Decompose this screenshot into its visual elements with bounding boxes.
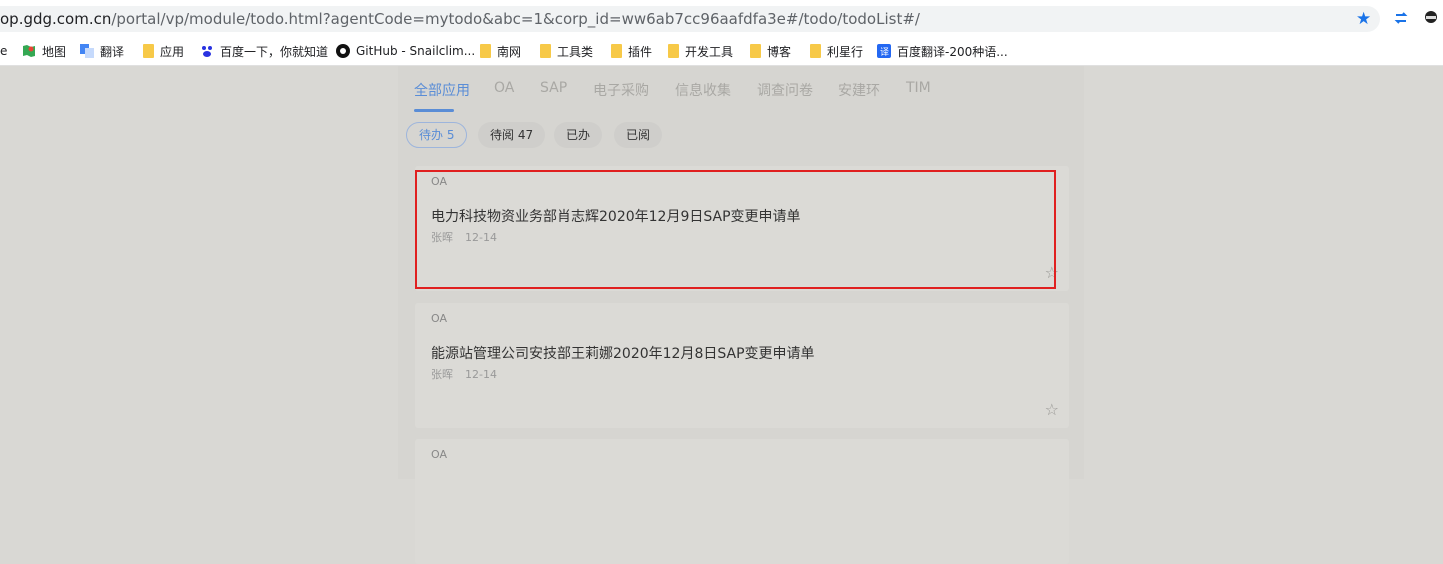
bookmark-folder-apps[interactable]: 应用 xyxy=(143,42,184,60)
folder-icon xyxy=(750,44,761,58)
bookmark-folder-plugins[interactable]: 插件 xyxy=(611,42,652,60)
bookmark-label: 百度翻译-200种语... xyxy=(897,44,1008,59)
bookmark-baidu-translate[interactable]: 译 百度翻译-200种语... xyxy=(877,42,1008,60)
todo-card[interactable]: OA 电力科技物资业务部肖志辉2020年12月9日SAP变更申请单 张晖 12-1… xyxy=(415,166,1069,291)
bookmark-label: 插件 xyxy=(628,44,653,59)
bookmark-label: 应用 xyxy=(160,44,185,59)
svg-text:译: 译 xyxy=(880,47,889,58)
bookmark-folder-tools[interactable]: 工具类 xyxy=(540,42,593,60)
url-path: /portal/vp/module/todo.html?agentCode=my… xyxy=(111,10,920,28)
bookmark-folder-nanwang[interactable]: 南网 xyxy=(480,42,521,60)
bookmark-folder-blog[interactable]: 博客 xyxy=(750,42,791,60)
tab-all-apps[interactable]: 全部应用 xyxy=(414,80,470,100)
card-category: OA xyxy=(431,448,447,461)
tab-safety[interactable]: 安建环 xyxy=(838,80,880,100)
bookmark-translate[interactable]: 翻译 xyxy=(80,42,124,60)
filter-to-read[interactable]: 待阅 47 xyxy=(478,122,546,148)
bookmark-label: 利星行 xyxy=(827,44,864,59)
tab-e-procurement[interactable]: 电子采购 xyxy=(593,80,649,100)
card-category: OA xyxy=(431,312,447,325)
bookmark-baidu[interactable]: 百度一下，你就知道 xyxy=(200,42,328,60)
url-field[interactable]: op.gdg.com.cn/portal/vp/module/todo.html… xyxy=(0,6,1380,32)
baidu-icon xyxy=(202,46,212,57)
bookmark-github[interactable]: GitHub - Snailclim... xyxy=(336,42,475,60)
folder-icon xyxy=(480,44,491,58)
card-meta: 张晖 12-14 xyxy=(431,229,497,245)
todo-panel: 全部应用 OA SAP 电子采购 信息收集 调查问卷 安建环 TIM 待办 5 … xyxy=(398,66,1084,564)
status-filters: 待办 5 待阅 47 已办 已阅 xyxy=(398,122,1084,150)
card-author: 张晖 xyxy=(431,231,453,244)
translate-icon xyxy=(80,44,94,58)
bookmark-label: GitHub - Snailclim... xyxy=(356,44,476,58)
baidu-translate-icon: 译 xyxy=(877,44,891,58)
tab-survey[interactable]: 调查问卷 xyxy=(757,80,813,100)
github-icon xyxy=(336,44,350,58)
card-author: 张晖 xyxy=(431,368,453,381)
extension-sync-icon[interactable] xyxy=(1392,9,1410,27)
filter-read[interactable]: 已阅 xyxy=(614,122,663,148)
bookmark-label: 南网 xyxy=(497,44,522,59)
bookmark-label: 百度一下，你就知道 xyxy=(220,44,329,59)
bookmark-maps[interactable]: 地图 xyxy=(22,42,66,60)
folder-icon xyxy=(540,44,551,58)
folder-icon xyxy=(143,44,154,58)
profile-avatar-icon[interactable] xyxy=(1422,9,1440,27)
bookmark-label: 博客 xyxy=(767,44,792,59)
card-date: 12-14 xyxy=(465,231,497,244)
bookmark-label: 翻译 xyxy=(100,44,125,59)
app-tabs: 全部应用 OA SAP 电子采购 信息收集 调查问卷 安建环 TIM xyxy=(398,66,1084,114)
star-outline-icon[interactable]: ☆ xyxy=(1045,402,1059,418)
card-title[interactable]: 电力科技物资业务部肖志辉2020年12月9日SAP变更申请单 xyxy=(431,206,801,226)
bookmark-label: 开发工具 xyxy=(685,44,734,59)
bookmark-label: 工具类 xyxy=(557,44,594,59)
tab-info-collection[interactable]: 信息收集 xyxy=(675,80,731,100)
url-host: op.gdg.com.cn xyxy=(0,10,112,28)
card-title[interactable]: 能源站管理公司安技部王莉娜2020年12月8日SAP变更申请单 xyxy=(431,343,815,363)
bookmark-folder-lixingxing[interactable]: 利星行 xyxy=(810,42,863,60)
todo-card[interactable]: OA 能源站管理公司安技部王莉娜2020年12月8日SAP变更申请单 张晖 12-… xyxy=(415,303,1069,428)
bookmark-label: 地图 xyxy=(42,44,67,59)
filter-done[interactable]: 已办 xyxy=(554,122,603,148)
folder-icon xyxy=(810,44,821,58)
folder-icon xyxy=(668,44,679,58)
folder-icon xyxy=(611,44,622,58)
address-bar: op.gdg.com.cn/portal/vp/module/todo.html… xyxy=(0,0,1443,37)
card-meta: 张晖 12-14 xyxy=(431,366,497,382)
bookmark-star-icon[interactable]: ★ xyxy=(1356,9,1371,29)
maps-icon xyxy=(23,45,35,57)
filter-pending[interactable]: 待办 5 xyxy=(406,122,468,148)
tab-tim[interactable]: TIM xyxy=(906,80,931,96)
card-date: 12-14 xyxy=(465,368,497,381)
bookmarks-bar: e 地图 翻译 应用 百度一下，你就知道 GitHub - Snailclim.… xyxy=(0,37,1443,66)
bookmark-folder-devtools[interactable]: 开发工具 xyxy=(668,42,733,60)
url-text: op.gdg.com.cn/portal/vp/module/todo.html… xyxy=(0,10,920,28)
tab-oa[interactable]: OA xyxy=(494,80,514,96)
tab-sap[interactable]: SAP xyxy=(540,80,567,96)
star-outline-icon[interactable]: ☆ xyxy=(1045,265,1059,281)
bookmark-label: e xyxy=(0,44,8,58)
card-category: OA xyxy=(431,175,447,188)
bookmark-truncated[interactable]: e xyxy=(0,42,7,60)
todo-card[interactable]: OA xyxy=(415,439,1069,564)
active-tab-indicator xyxy=(414,109,454,112)
